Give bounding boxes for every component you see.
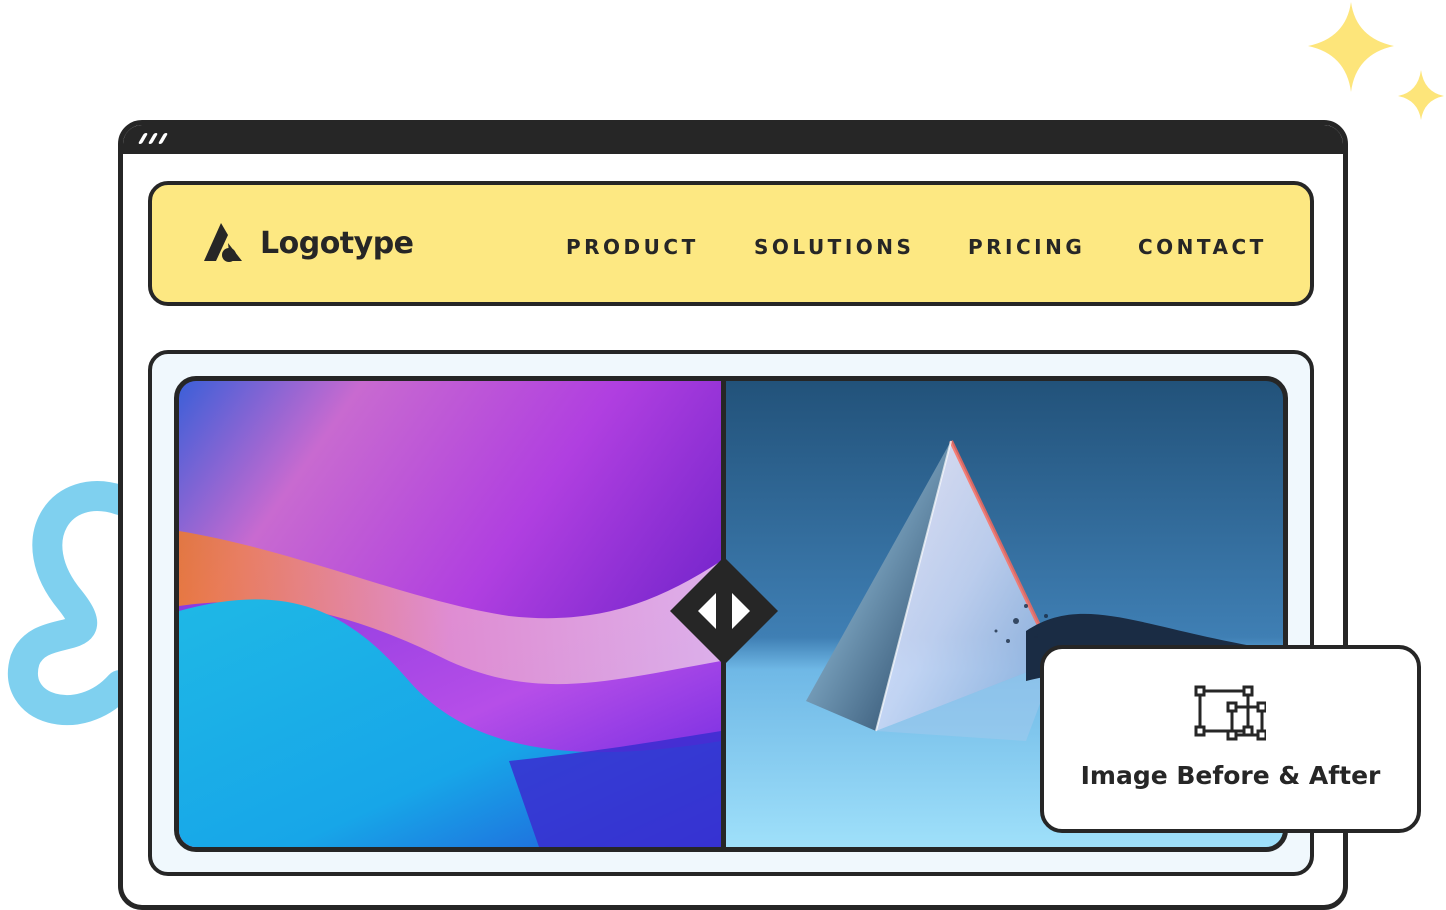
window-dot [157,133,169,144]
feature-card[interactable]: Image Before & After [1040,645,1421,833]
sparkle-decoration [1308,2,1444,120]
before-image [179,381,721,847]
nav-item-contact[interactable]: CONTACT [1138,235,1267,259]
window-dot [147,133,159,144]
site-navbar: Logotype PRODUCT SOLUTIONS PRICING CONTA… [148,181,1314,306]
nav-item-pricing[interactable]: PRICING [968,235,1085,259]
mountain-logo-icon [204,223,242,262]
compare-handle[interactable] [668,555,780,667]
brand-name: Logotype [260,225,414,261]
window-titlebar [123,125,1343,154]
window-controls[interactable] [137,133,169,144]
nav-item-solutions[interactable]: SOLUTIONS [754,235,914,259]
brand-logo[interactable]: Logotype [202,221,414,265]
card-label: Image Before & After [1080,761,1381,790]
image-frame-icon [1194,685,1266,741]
nav-item-product[interactable]: PRODUCT [566,235,699,259]
window-dot [137,133,149,144]
